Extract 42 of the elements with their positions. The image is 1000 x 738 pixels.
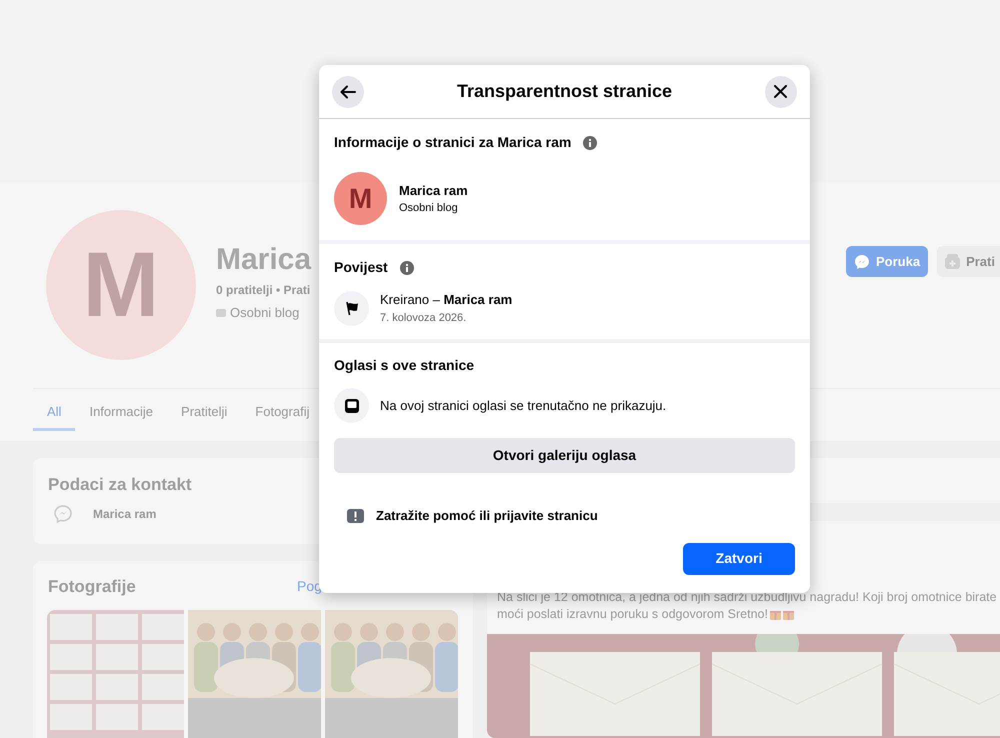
section-heading: Povijest: [334, 258, 388, 277]
info-icon[interactable]: [583, 136, 598, 150]
page-category: Osobni blog: [399, 201, 459, 216]
close-dialog-button[interactable]: Zatvori: [683, 542, 795, 574]
info-icon[interactable]: [400, 260, 414, 274]
back-button[interactable]: [332, 76, 364, 108]
avatar: M: [46, 210, 196, 360]
history-date: 7. kolovoza 2026.: [380, 310, 468, 326]
gift-icon: [770, 609, 781, 620]
close-icon: [774, 85, 788, 98]
messenger-icon: [53, 504, 73, 524]
card-title: Fotografije: [48, 576, 136, 598]
message-button[interactable]: Poruka: [846, 246, 928, 277]
messenger-icon: [854, 254, 870, 270]
dialog-title: Transparentnost stranice: [456, 80, 672, 103]
page-avatar: M: [334, 172, 387, 225]
page-name: Marica: [216, 243, 312, 277]
page-name: Marica ram: [399, 182, 468, 200]
tab[interactable]: Fotografij: [241, 395, 324, 431]
follow-icon: [945, 254, 960, 269]
tab[interactable]: Informacije: [75, 395, 168, 431]
follower-count: 0 pratitelji • Prati: [216, 282, 312, 299]
tab[interactable]: All: [33, 395, 76, 431]
page-category: Osobni blog: [230, 304, 300, 322]
post-text: moći poslati izravnu poruku s odgovorom Sretno!: [497, 606, 768, 623]
contact-name: Marica ram: [93, 506, 156, 523]
ads-message: Na ovoj stranici oglasi se trenutačno ne prikazuju.: [380, 396, 666, 415]
ad-library-button[interactable]: Otvori galeriju oglasa: [334, 438, 795, 473]
card-title: Podaci za kontakt: [48, 474, 192, 496]
history-entry: Kreirano – Marica ram: [380, 291, 512, 309]
flag-icon: [334, 290, 369, 326]
section-heading: Oglasi s ove stranice: [334, 356, 476, 375]
follow-button[interactable]: Prati: [937, 246, 1000, 277]
alert-icon: [347, 508, 364, 523]
tab[interactable]: Pratitelji: [167, 395, 242, 431]
back-arrow-icon: [340, 84, 356, 98]
section-heading: Informacije o stranici za Marica ram: [334, 133, 572, 152]
category-icon: [216, 308, 226, 317]
close-button[interactable]: [764, 76, 797, 108]
report-link[interactable]: Zatražite pomoć ili prijavite stranicu: [376, 506, 598, 526]
ads-icon: [334, 388, 369, 423]
gift-icon: [782, 609, 794, 620]
